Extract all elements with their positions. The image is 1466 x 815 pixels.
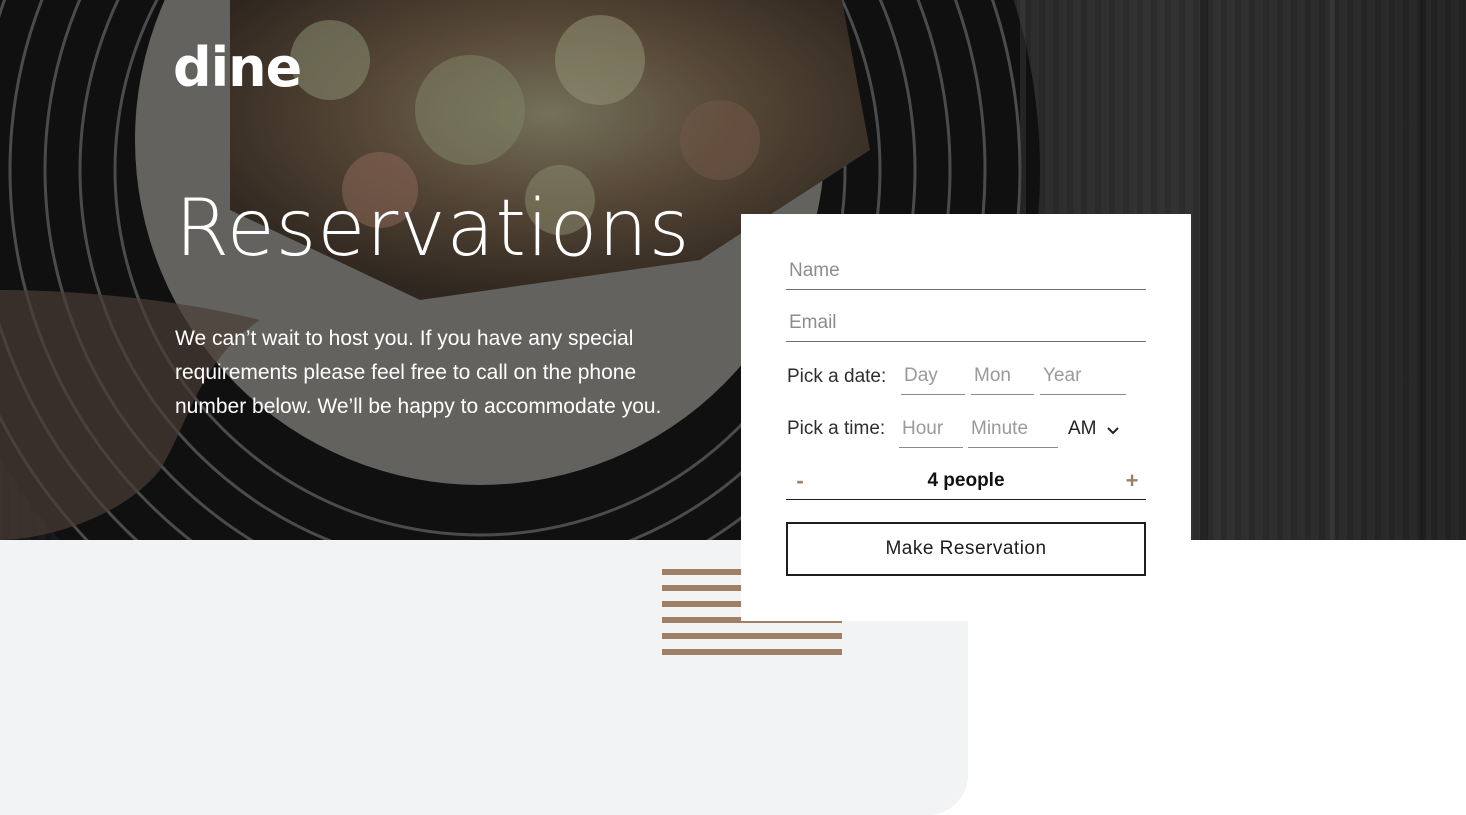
chevron-down-icon[interactable] <box>1107 427 1119 435</box>
page-title: Reservations <box>175 184 691 274</box>
intro-text: We can’t wait to host you. If you have a… <box>175 327 662 418</box>
make-reservation-button[interactable]: Make Reservation <box>786 522 1146 576</box>
hero-section: dine Reservations We can’t wait to host … <box>0 0 1466 540</box>
hour-field[interactable]: Hour <box>899 412 963 448</box>
day-field[interactable]: Day <box>901 359 965 395</box>
date-label: Pick a date: <box>787 366 887 387</box>
increment-button[interactable]: + <box>1120 468 1144 494</box>
month-field[interactable]: Mon <box>971 359 1034 395</box>
logo[interactable]: dine <box>173 36 302 99</box>
year-field[interactable]: Year <box>1040 359 1126 395</box>
email-field[interactable]: Email <box>786 306 1146 342</box>
reservation-form: Name Email Pick a date: Day Mon Year Pic… <box>741 214 1191 621</box>
people-count: 4 people <box>927 470 1005 491</box>
people-stepper: - 4 people + <box>786 464 1146 500</box>
name-field[interactable]: Name <box>786 254 1146 290</box>
period-select[interactable]: AM <box>1068 418 1097 440</box>
minute-field[interactable]: Minute <box>968 412 1058 448</box>
time-label: Pick a time: <box>787 418 886 439</box>
